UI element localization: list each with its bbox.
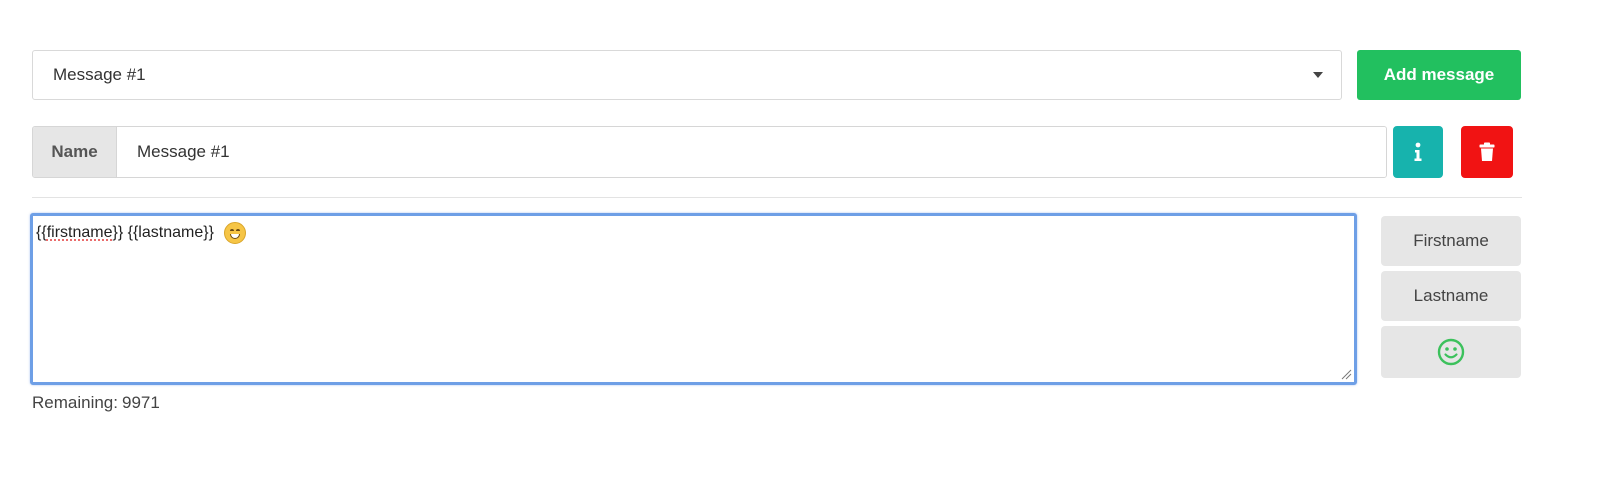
divider [32,197,1522,198]
name-input[interactable] [117,127,1386,177]
remaining-counter: Remaining: 9971 [32,393,160,413]
add-message-button[interactable]: Add message [1357,50,1521,100]
spellcheck-word: firstname [46,224,113,241]
insert-firstname-button[interactable]: Firstname [1381,216,1521,266]
info-button[interactable] [1393,126,1443,178]
name-input-group: Name [32,126,1387,178]
chevron-down-icon [1313,72,1323,78]
grinning-face-icon [223,222,246,244]
insert-lastname-button[interactable]: Lastname [1381,271,1521,321]
message-textarea[interactable]: {{firstname}} {{lastname}} [30,213,1357,385]
emoji-picker-button[interactable] [1381,326,1521,378]
smiley-icon [1437,338,1465,366]
remaining-value: 9971 [122,393,160,412]
resize-handle-icon[interactable] [1340,368,1352,380]
remaining-label: Remaining: [32,393,118,412]
delete-button[interactable] [1461,126,1513,178]
message-select[interactable]: Message #1 [32,50,1342,100]
text-part: {{firstname}} {{lastname}} [36,224,214,241]
message-select-value: Message #1 [53,65,146,84]
info-icon [1414,142,1422,161]
name-label: Name [33,127,117,177]
trash-icon [1479,142,1495,161]
message-text: {{firstname}} {{lastname}} [36,222,246,244]
